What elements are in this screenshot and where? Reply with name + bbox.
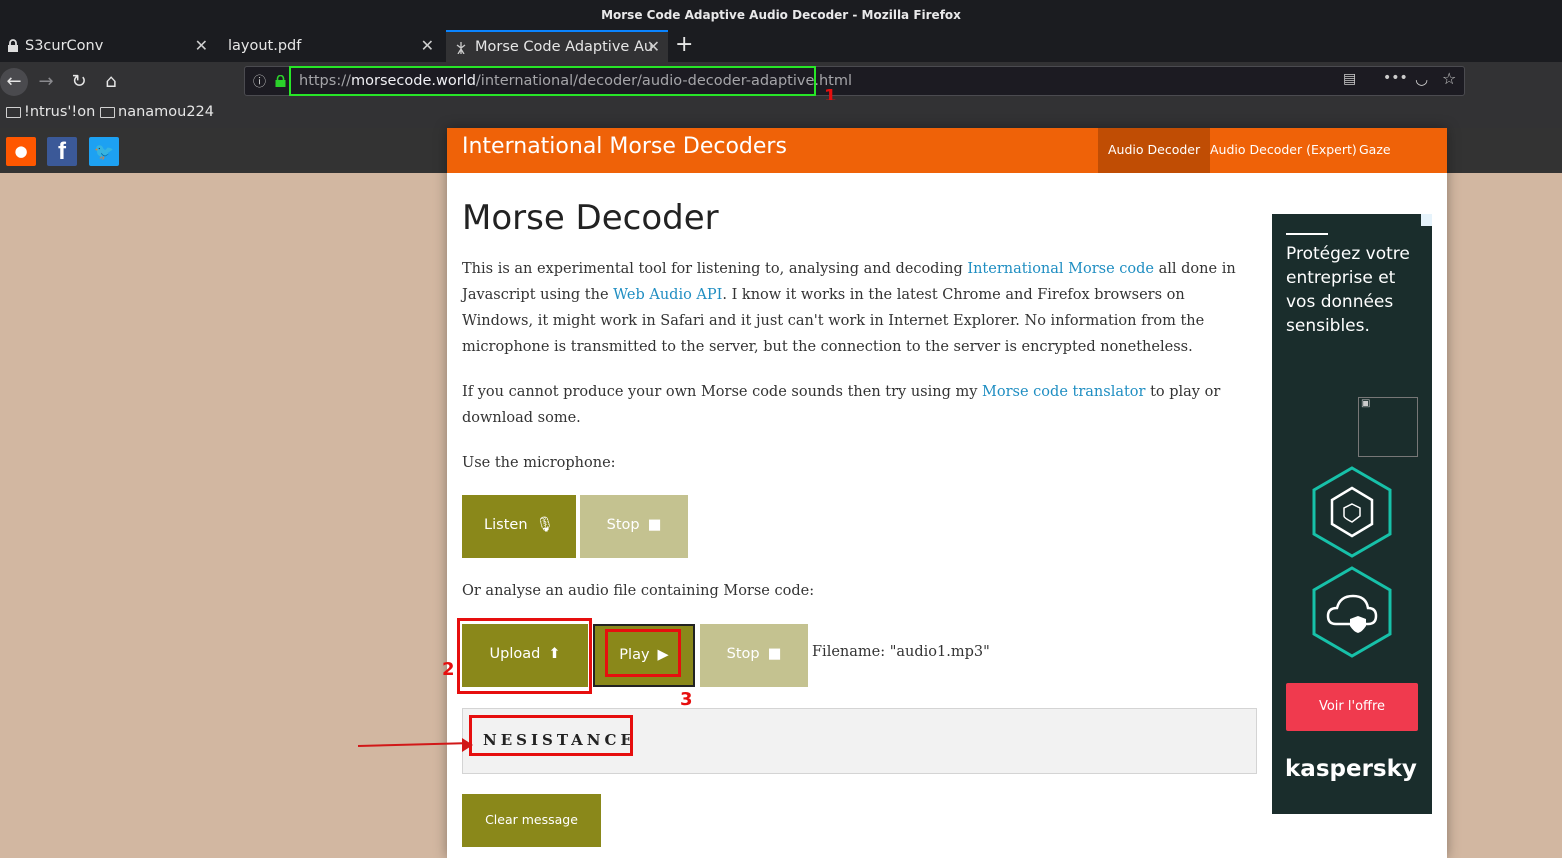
reddit-icon[interactable]: ● xyxy=(6,137,36,166)
lock-icon xyxy=(275,75,286,87)
annotation-box-upload xyxy=(457,618,592,694)
reader-view-icon[interactable]: ▤ xyxy=(1343,71,1356,87)
tab-bar: S3curConv ✕ layout.pdf ✕ Morse Code Adap… xyxy=(0,30,1562,62)
twitter-icon[interactable]: 🐦 xyxy=(89,137,119,166)
annotation-box-decoded xyxy=(469,715,633,756)
bookmark-star-icon[interactable]: ☆ xyxy=(1442,69,1456,88)
filename-label: Filename: "audio1.mp3" xyxy=(812,644,990,660)
file-stop-button[interactable]: Stop ■ xyxy=(700,624,808,687)
broken-image-icon: ▣ xyxy=(1358,397,1418,457)
url-prefix: https:// xyxy=(299,73,351,89)
translator-text: If you cannot produce your own Morse cod… xyxy=(462,384,983,400)
ad-offer-button[interactable]: Voir l'offre xyxy=(1286,683,1418,731)
antenna-icon xyxy=(456,42,466,54)
url-host: morsecode.world xyxy=(350,73,476,89)
translator-paragraph: If you cannot produce your own Morse cod… xyxy=(462,379,1257,431)
listen-button[interactable]: Listen 🎙 xyxy=(462,495,576,558)
bookmarks-toolbar: !ntrus'!on nanamou224 xyxy=(0,100,1562,128)
more-actions-icon[interactable]: ••• xyxy=(1383,70,1408,86)
stop-icon: ■ xyxy=(647,517,662,533)
bookmark-label: nanamou224 xyxy=(118,104,215,120)
tab-morse-decoder[interactable]: Morse Code Adaptive Au ✕ xyxy=(446,30,668,62)
home-icon[interactable]: ⌂ xyxy=(97,68,125,96)
microphone-label: Use the microphone: xyxy=(462,455,616,471)
annotation-2: 2 xyxy=(442,659,455,680)
ad-headline: Protégez votre entreprise et vos données… xyxy=(1286,244,1410,336)
nav-gaze-decoder[interactable]: Gaze Decoder xyxy=(1349,128,1447,200)
tab-label: S3curConv xyxy=(25,38,104,54)
close-icon[interactable]: ✕ xyxy=(647,32,660,62)
shield-cube-icon xyxy=(1312,466,1392,558)
nav-audio-decoder[interactable]: Audio Decoder xyxy=(1098,128,1211,173)
nav-audio-decoder-expert[interactable]: Audio Decoder (Expert) xyxy=(1200,128,1367,173)
window-title: Morse Code Adaptive Audio Decoder - Mozi… xyxy=(0,0,1562,30)
annotation-box-play xyxy=(605,629,681,677)
new-tab-button[interactable]: + xyxy=(675,32,693,57)
url-text-highlight[interactable]: https://morsecode.world/international/de… xyxy=(289,66,852,96)
tab-label: Morse Code Adaptive Au xyxy=(475,39,654,55)
intro-text: This is an experimental tool for listeni… xyxy=(462,261,968,277)
listen-label: Listen xyxy=(484,517,528,533)
forward-button[interactable]: → xyxy=(32,68,60,96)
file-analysis-label: Or analyse an audio file containing Mors… xyxy=(462,583,815,599)
stop-icon: ■ xyxy=(767,646,782,662)
lock-icon xyxy=(8,39,18,52)
annotation-arrowhead xyxy=(462,738,473,752)
tab-s3curconv[interactable]: S3curConv ✕ xyxy=(0,30,216,62)
reload-button[interactable]: ↻ xyxy=(65,68,93,96)
microphone-icon: 🎙 xyxy=(535,517,554,533)
mic-stop-button[interactable]: Stop ■ xyxy=(580,495,688,558)
clear-message-button[interactable]: Clear message xyxy=(462,794,601,847)
ad-choices-icon[interactable] xyxy=(1421,214,1432,226)
intro-paragraph: This is an experimental tool for listeni… xyxy=(462,256,1257,360)
stop-label: Stop xyxy=(606,517,640,533)
page-title: Morse Decoder xyxy=(462,198,719,238)
bookmark-folder-nanamou224[interactable]: nanamou224 xyxy=(100,104,214,120)
bookmark-label: !ntrus'!on xyxy=(24,104,96,120)
tab-label: layout.pdf xyxy=(228,38,302,54)
cloud-shield-icon xyxy=(1312,566,1392,658)
back-button[interactable]: ← xyxy=(0,68,28,96)
stop-label: Stop xyxy=(726,646,760,662)
close-icon[interactable]: ✕ xyxy=(421,30,434,62)
bookmark-folder-intrusion[interactable]: !ntrus'!on xyxy=(6,104,95,120)
annotation-3: 3 xyxy=(680,689,693,710)
web-audio-api-link[interactable]: Web Audio API xyxy=(613,287,722,303)
morse-code-translator-link[interactable]: Morse code translator xyxy=(982,384,1145,400)
tab-layout-pdf[interactable]: layout.pdf ✕ xyxy=(220,30,442,62)
close-icon[interactable]: ✕ xyxy=(195,30,208,62)
ad-divider xyxy=(1286,233,1328,235)
kaspersky-ad[interactable]: Protégez votre entreprise et vos données… xyxy=(1272,214,1432,814)
site-header: International Morse Decoders Audio Decod… xyxy=(447,128,1447,200)
info-icon[interactable]: ⓘ xyxy=(253,71,266,90)
kaspersky-logo: kaspersky xyxy=(1285,756,1417,782)
folder-icon xyxy=(100,106,115,118)
international-morse-code-link[interactable]: International Morse code xyxy=(967,261,1154,277)
url-path: /international/decoder/audio-decoder-ada… xyxy=(475,73,853,89)
site-title[interactable]: International Morse Decoders xyxy=(462,134,787,159)
pocket-icon[interactable]: ◡ xyxy=(1415,70,1428,88)
facebook-icon[interactable]: f xyxy=(47,137,77,166)
folder-icon xyxy=(6,106,21,118)
